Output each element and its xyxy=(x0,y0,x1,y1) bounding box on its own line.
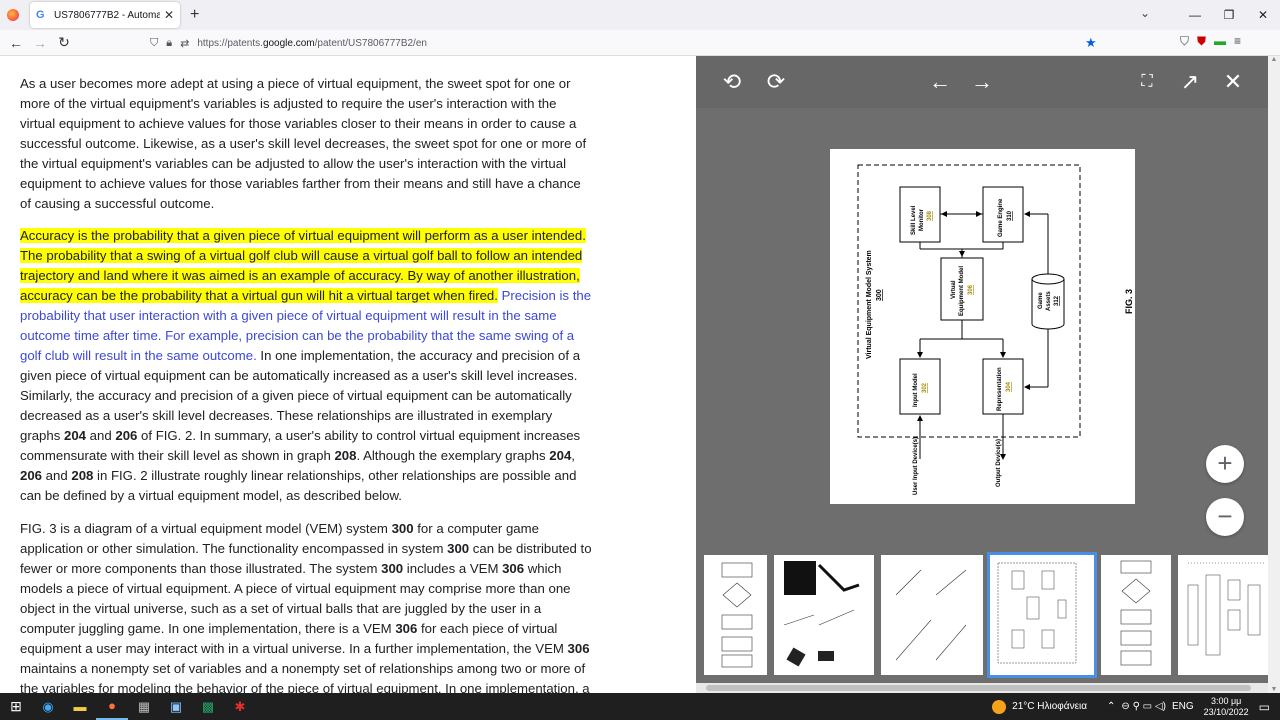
thumbnail-fig-4[interactable] xyxy=(1101,555,1171,675)
thumbnail-fig-1[interactable] xyxy=(704,555,767,675)
game-engine-label: Game Engine xyxy=(998,198,1004,237)
system-tray: 21°C Ηλιοφάνεια ⌃ ⊖ ⚲ ▭ ◁) ENG 3:00 μμ 2… xyxy=(992,693,1280,720)
page-scrollbar[interactable]: ▲ ▼ xyxy=(1268,56,1280,693)
thumbnail-fig-5[interactable] xyxy=(1178,555,1268,675)
skill-monitor-number: 308 xyxy=(927,210,933,221)
tray-icons[interactable]: ⊖ ⚲ ▭ ◁) xyxy=(1121,701,1166,712)
input-model-number: 302 xyxy=(922,382,928,393)
next-image-icon[interactable]: → xyxy=(968,68,996,96)
tab-title: US7806777B2 - Automatically a xyxy=(54,9,160,21)
skill-monitor-label-2: Monitor xyxy=(919,208,925,231)
ublock-icon[interactable]: ⛊ xyxy=(1197,34,1206,49)
game-assets-label-1: Game xyxy=(1038,292,1044,309)
restore-button[interactable]: ❐ xyxy=(1212,8,1246,22)
shield-icon[interactable]: ⛉ xyxy=(150,37,158,50)
bookmark-star-icon[interactable]: ★ xyxy=(1085,35,1097,51)
tab-bar: G US7806777B2 - Automatically a ✕ + ⌄ — … xyxy=(0,0,1280,30)
calculator-icon[interactable]: ▦ xyxy=(128,693,160,720)
game-assets-label-2: Assets xyxy=(1046,291,1052,311)
windows-taskbar: ⊞ ◉ ▬ ● ▦ ▣ ▩ ✱ 21°C Ηλιοφάνεια ⌃ ⊖ ⚲ ▭ … xyxy=(0,693,1280,720)
new-tab-button[interactable]: + xyxy=(190,6,199,24)
firefox-taskbar-icon[interactable]: ● xyxy=(96,693,128,720)
vem-number: 306 xyxy=(968,284,974,295)
forward-button[interactable]: → xyxy=(28,35,52,51)
representation-number: 304 xyxy=(1006,381,1012,392)
close-window-button[interactable]: ✕ xyxy=(1246,8,1280,22)
remote-desktop-icon[interactable]: ▣ xyxy=(160,693,192,720)
paragraph-fig3: FIG. 3 is a diagram of a virtual equipme… xyxy=(20,521,592,693)
scroll-up-icon[interactable]: ▲ xyxy=(1268,56,1280,63)
start-button[interactable]: ⊞ xyxy=(0,693,32,720)
permissions-icon[interactable]: ⇄ xyxy=(180,37,189,50)
fullscreen-icon[interactable]: ⛶ xyxy=(1133,68,1161,96)
thumbnail-strip xyxy=(696,551,1268,681)
viewer-toolbar: ⟲ ⟳ ← → ⛶ ↗ ✕ xyxy=(696,56,1268,108)
system-number: 300 xyxy=(876,289,883,301)
patent-description: As a user becomes more adept at using a … xyxy=(0,56,696,693)
lock-icon[interactable]: 🔒︎ xyxy=(166,37,172,50)
google-favicon-icon: G xyxy=(36,9,45,21)
rotate-right-icon[interactable]: ⟳ xyxy=(762,68,790,96)
back-button[interactable]: ← xyxy=(4,35,28,51)
close-tab-icon[interactable]: ✕ xyxy=(164,8,174,22)
weather-sun-icon[interactable] xyxy=(992,699,1007,714)
zoom-out-button[interactable]: − xyxy=(1206,498,1244,536)
list-tabs-chevron-icon[interactable]: ⌄ xyxy=(1140,6,1150,20)
menu-icon[interactable]: ≡ xyxy=(1234,34,1241,49)
weather-text[interactable]: 21°C Ηλιοφάνεια xyxy=(1012,701,1087,712)
tab-patent[interactable]: G US7806777B2 - Automatically a ✕ xyxy=(30,2,180,28)
thumbnail-fig-2[interactable] xyxy=(774,555,874,675)
input-model-label: Input Model xyxy=(913,373,919,407)
system-label: Virtual Equipment Model System xyxy=(866,250,873,359)
zoom-in-button[interactable]: + xyxy=(1206,445,1244,483)
game-assets-number: 312 xyxy=(1054,295,1060,306)
paragraph-sweet-spot: As a user becomes more adept at using a … xyxy=(20,76,587,211)
paragraph-accuracy: Accuracy is the probability that a given… xyxy=(20,228,592,503)
user-input-devices-label: User Input Device(s) xyxy=(913,437,919,495)
nav-bar: ← → ↻ ⛉ 🔒︎ ⇄ https://patents.google.com/… xyxy=(0,30,1280,56)
reload-button[interactable]: ↻ xyxy=(52,34,76,51)
representation-label: Representation xyxy=(997,367,1003,411)
extension-icon[interactable]: ▬ xyxy=(1214,34,1226,49)
clock-time: 3:00 μμ xyxy=(1210,695,1242,706)
figure-3-image: Virtual Equipment Model System 300 Skill… xyxy=(830,149,1135,504)
url-bar[interactable]: ⛉ 🔒︎ ⇄ https://patents.google.com/patent… xyxy=(150,32,1110,54)
vem-label-1: Virtual xyxy=(951,280,957,299)
game-engine-number: 310 xyxy=(1007,210,1013,221)
pocket-icon[interactable]: ⛉ xyxy=(1180,34,1189,49)
minimize-button[interactable]: — xyxy=(1178,8,1212,22)
skill-monitor-label-1: Skill Level xyxy=(911,205,917,235)
tray-overflow-icon[interactable]: ⌃ xyxy=(1107,701,1115,712)
clock[interactable]: 3:00 μμ 23/10/2022 xyxy=(1204,696,1249,718)
clock-date: 23/10/2022 xyxy=(1203,706,1249,717)
excel-icon[interactable]: ▩ xyxy=(192,693,224,720)
rotate-left-icon[interactable]: ⟲ xyxy=(718,68,746,96)
thumbnail-scroll-thumb[interactable] xyxy=(706,685,1251,691)
url-text[interactable]: https://patents.google.com/patent/US7806… xyxy=(197,38,427,49)
thumbnail-fig-2b[interactable] xyxy=(881,555,983,675)
firefox-icon xyxy=(7,9,19,21)
image-viewer: ⟲ ⟳ ← → ⛶ ↗ ✕ Virtual Equipment Model Sy… xyxy=(696,56,1268,693)
thumbnail-scrollbar[interactable] xyxy=(696,683,1268,693)
notifications-icon[interactable]: ▭ xyxy=(1259,700,1270,714)
vem-label-2: Equipment Model xyxy=(959,266,965,316)
app-icon[interactable]: ✱ xyxy=(224,693,256,720)
edge-icon[interactable]: ◉ xyxy=(32,693,64,720)
fig-3-label: FIG. 3 xyxy=(1124,289,1134,314)
close-viewer-icon[interactable]: ✕ xyxy=(1219,68,1247,96)
thumbnail-fig-3-selected[interactable] xyxy=(987,552,1097,678)
firefox-view-button[interactable] xyxy=(0,0,26,30)
output-devices-label: Output Device(s) xyxy=(996,439,1002,487)
language-indicator[interactable]: ENG xyxy=(1172,701,1194,712)
scroll-down-icon[interactable]: ▼ xyxy=(1268,686,1280,693)
previous-image-icon[interactable]: ← xyxy=(926,68,954,96)
open-new-window-icon[interactable]: ↗ xyxy=(1176,68,1204,96)
file-explorer-icon[interactable]: ▬ xyxy=(64,693,96,720)
